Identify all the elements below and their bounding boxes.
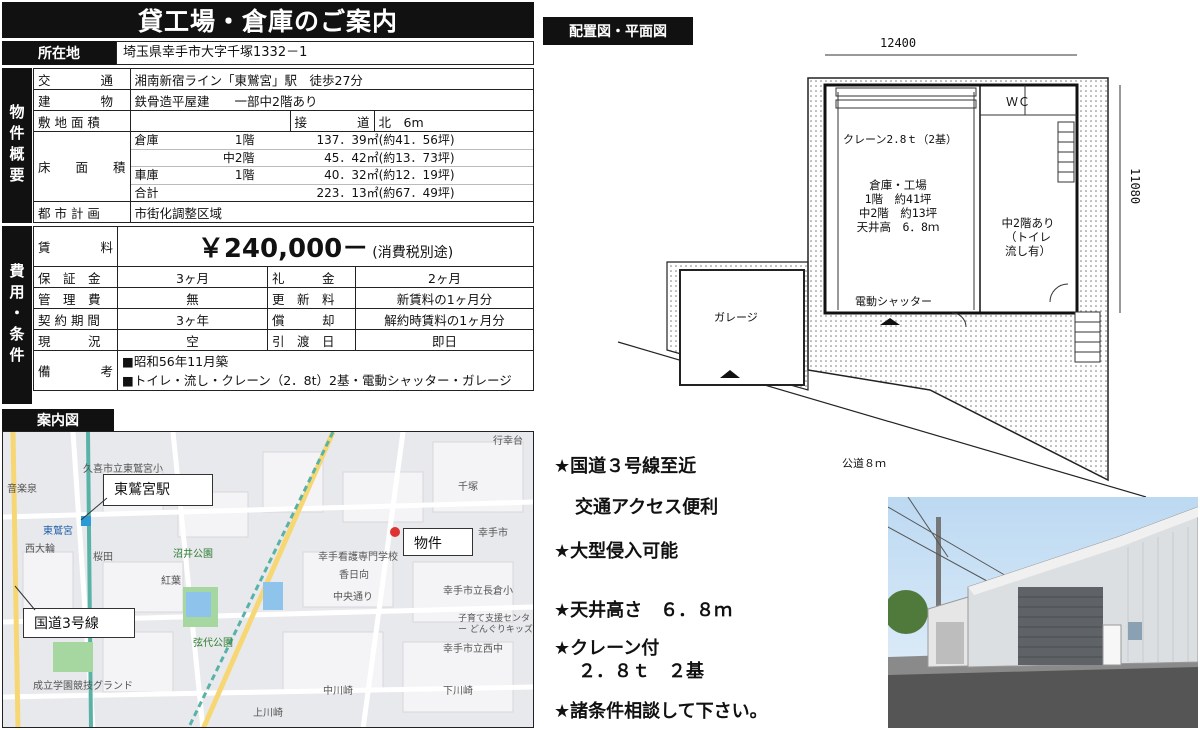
map-place-label: 幸手市立長倉小 — [443, 586, 513, 597]
floor-label: 床 面 積 — [33, 131, 131, 202]
renewal-fee-value: 新賃料の1ヶ月分 — [355, 287, 534, 309]
rent-tax: (消費税別途) — [372, 245, 454, 261]
map-place-label: 上川崎 — [253, 708, 283, 719]
feature-item: ２．８ｔ ２基 — [578, 661, 704, 682]
feature-item: 交通アクセス便利 — [575, 497, 719, 518]
route-callout: 国道3号線 — [23, 608, 135, 638]
map-place-label: 幸手看護専門学校 — [318, 552, 398, 563]
map-place-label: 中央通り — [333, 592, 373, 603]
map-place-label: 紅葉 — [161, 576, 181, 587]
map-place-label: 音楽泉 — [7, 484, 37, 495]
station-callout-pointer — [80, 497, 108, 521]
map-place-label: 香日向 — [339, 570, 369, 581]
structure-value: 鉄骨造平屋建 一部中2階あり — [129, 89, 535, 111]
map-place-label: 下川崎 — [443, 686, 473, 697]
management-fee-label: 管 理 費 — [32, 287, 119, 309]
property-table: 交 通 湘南新宿ライン「東鷲宮」駅 徒歩27分 建 物 鉄骨造平屋建 一部中2階… — [33, 68, 535, 223]
map-place-label: 幸手市 — [478, 528, 508, 539]
remarks-line: ■昭和56年11月築 — [122, 353, 229, 369]
map-place-label: 幸手市立西中 — [443, 644, 503, 655]
floor-row: 倉庫 1階 137．39㎡(約41．56坪) — [130, 132, 533, 150]
property-section-label: 物件概要 — [2, 68, 32, 223]
cost-table: 賃 料 ￥240,000－ (消費税別途) 保 証 金 3ヶ月 礼 金 2ヶ月 … — [32, 226, 534, 391]
plan-garage-label: ガレージ — [714, 311, 758, 324]
key-money-label: 礼 金 — [267, 266, 357, 288]
remarks-label: 備 考 — [32, 350, 119, 391]
cost-section-label: 費用・条件 — [2, 226, 32, 404]
location-label: 所在地 — [2, 41, 116, 65]
map-place-label: 弦代公園 — [193, 638, 233, 649]
area-map[interactable]: 久喜市立東鷲宮小 千塚 幸手市 東鷲宮 桜田 沼井公園 紅葉 香日向 中央通り … — [2, 431, 534, 728]
location-row: 所在地 埼玉県幸手市大字千塚1332－1 — [2, 41, 534, 65]
floor-plan — [617, 54, 1147, 498]
management-fee-value: 無 — [117, 287, 269, 309]
renewal-fee-label: 更 新 料 — [267, 287, 357, 309]
floor-row: 合計 223．13㎡(約67．49坪) — [134, 185, 455, 200]
location-value: 埼玉県幸手市大字千塚1332－1 — [116, 41, 534, 65]
contract-period-value: 3ヶ年 — [117, 308, 269, 330]
map-place-label: 久喜市立東鷲宮小 — [83, 464, 163, 475]
map-label: 案内図 — [2, 409, 114, 431]
map-place-label: 沼井公園 — [173, 549, 213, 560]
road-value: 北 6m — [373, 110, 535, 132]
handover-value: 即日 — [355, 329, 534, 351]
contract-period-label: 契 約 期 間 — [32, 308, 119, 330]
status-value: 空 — [117, 329, 269, 351]
floor-row: 車庫 1階 40．32㎡(約12．19坪) — [130, 167, 533, 185]
land-label: 敷 地 面 積 — [33, 110, 131, 132]
station-callout: 東鷲宮駅 — [103, 474, 213, 506]
feature-item: ★国道３号線至近 — [554, 456, 697, 477]
map-place-label: 子育て支援センター どんぐりキッズ — [458, 614, 533, 635]
page-title: 貸工場・倉庫のご案内 — [2, 2, 534, 38]
plan-width-dim: 12400 — [880, 36, 917, 50]
planning-value: 市街化調整区域 — [129, 201, 535, 223]
map-place-label: 桜田 — [93, 552, 113, 563]
deposit-value: 3ヶ月 — [117, 266, 269, 288]
planning-label: 都 市 計 画 — [33, 201, 131, 223]
floor-row: 中2階 45．42㎡(約13．73坪) — [130, 150, 533, 167]
plan-height-dim: 11080 — [1128, 168, 1142, 205]
map-place-label: 中川崎 — [323, 686, 353, 697]
property-callout: 物件 — [403, 528, 473, 556]
plan-crane-label: クレーン2.8ｔ（2基） — [843, 133, 957, 146]
handover-label: 引 渡 日 — [267, 329, 357, 351]
rent-label: 賃 料 — [32, 226, 119, 267]
land-value — [129, 110, 291, 132]
plan-mezzanine-label: 中2階あり （トイレ 流し有） — [1001, 216, 1055, 258]
remarks-line: ■トイレ・流し・クレーン（2．8t）2基・電動シャッター・ガレージ — [122, 372, 512, 388]
road-label: 接 道 — [289, 110, 375, 132]
map-place-label: 西大輪 — [25, 544, 55, 555]
feature-item: ★諸条件相談して下さい。 — [554, 701, 768, 722]
feature-item: ★天井高さ ６．８ｍ — [554, 600, 733, 621]
deposit-label: 保 証 金 — [32, 266, 119, 288]
transport-label: 交 通 — [33, 68, 131, 90]
map-place-label: 成立学園競技グランド — [33, 681, 133, 692]
route-callout-pointer — [14, 585, 36, 611]
map-place-label: 千塚 — [458, 482, 478, 493]
key-money-value: 2ヶ月 — [355, 266, 534, 288]
plan-shutter-label: 電動シャッター — [855, 295, 932, 308]
plan-warehouse-label: 倉庫・工場 1階 約41坪 中2階 約13坪 天井高 6．8ｍ — [856, 178, 940, 234]
transport-value: 湘南新宿ライン「東鷲宮」駅 徒歩27分 — [129, 68, 535, 90]
status-label: 現 況 — [32, 329, 119, 351]
plan-road-label: 公道８ｍ — [842, 457, 886, 470]
amortization-label: 償 却 — [267, 308, 357, 330]
feature-item: ★大型侵入可能 — [554, 541, 679, 562]
rent-value: ￥240,000－ — [197, 234, 369, 264]
building-photo — [888, 497, 1198, 728]
structure-label: 建 物 — [33, 89, 131, 111]
map-place-label: 東鷲宮 — [43, 526, 73, 537]
plan-wc-label: ＷＣ — [1006, 95, 1031, 109]
amortization-value: 解約時賃料の1ヶ月分 — [355, 308, 534, 330]
map-place-label: 行幸台 — [493, 436, 523, 447]
